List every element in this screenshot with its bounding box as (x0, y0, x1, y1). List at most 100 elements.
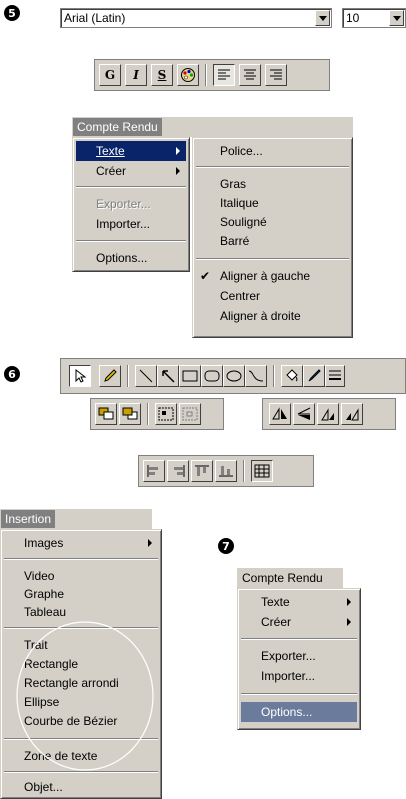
menu-item-objet[interactable]: Objet... (4, 777, 158, 797)
underline-button[interactable]: S (151, 64, 173, 86)
submenu-item-police[interactable]: Police... (196, 141, 349, 161)
menu-item-graphe[interactable]: Graphe (4, 584, 158, 604)
line-tool-button[interactable] (135, 365, 157, 387)
menu-item-label: Options... (261, 705, 313, 719)
menu-compte-rendu-title[interactable]: Compte Rendu (238, 569, 327, 587)
group-button[interactable] (155, 403, 177, 425)
rotate-left-button[interactable] (317, 403, 339, 425)
align-objects-bottom-button[interactable] (215, 460, 237, 482)
line-color-button[interactable] (303, 365, 325, 387)
menu-item-creer[interactable]: Créer (76, 161, 186, 181)
menu-compte-rendu-1-dropdown: Texte Créer Exporter... Importer... Opti… (72, 137, 190, 272)
align-center-button[interactable] (239, 64, 261, 86)
menu-insertion-title[interactable]: Insertion (1, 510, 56, 528)
select-tool-button[interactable] (69, 365, 91, 387)
menu-item-images[interactable]: Images (4, 533, 158, 553)
menu-item-texte[interactable]: Texte (76, 141, 186, 161)
pencil-tool-button[interactable] (99, 365, 121, 387)
submenu-item-centrer[interactable]: Centrer (196, 286, 349, 306)
color-palette-button[interactable] (177, 64, 199, 86)
ungroup-icon (182, 407, 198, 421)
toolbar-separator (205, 64, 207, 86)
rectangle-tool-button[interactable] (179, 365, 201, 387)
align-left-button[interactable] (213, 64, 235, 86)
menu-item-importer[interactable]: Importer... (76, 214, 186, 234)
font-size-dropdown-button[interactable] (389, 10, 404, 26)
submenu-arrow-icon (148, 539, 152, 547)
align-objects-toolbar (138, 455, 314, 487)
submenu-item-souligne[interactable]: Souligné (196, 212, 349, 232)
align-right-icon (270, 69, 282, 80)
flip-horizontal-button[interactable] (269, 403, 291, 425)
menu-separator (4, 558, 158, 560)
ungroup-button[interactable] (179, 403, 201, 425)
menu-separator (76, 240, 186, 242)
submenu-item-aligner-droite[interactable]: Aligner à droite (196, 306, 349, 326)
rotate-right-button[interactable] (341, 403, 363, 425)
menu-item-video[interactable]: Video (4, 566, 158, 586)
bold-label: G (104, 68, 116, 82)
align-objects-top-icon (195, 465, 209, 476)
submenu-item-gras[interactable]: Gras (196, 174, 349, 194)
menu-item-label: Aligner à droite (220, 309, 301, 323)
italic-label: I (133, 68, 139, 82)
menu-item-label: Tableau (24, 605, 67, 619)
menu-compte-rendu-title[interactable]: Compte Rendu (73, 118, 162, 136)
menu-item-label: Importer... (96, 217, 151, 231)
submenu-item-aligner-gauche[interactable]: ✔ Aligner à gauche (196, 266, 349, 286)
menu-item-label: Texte (261, 595, 290, 609)
menu-item-exporter: Exporter... (76, 194, 186, 214)
send-to-back-button[interactable] (119, 403, 141, 425)
align-objects-right-icon (174, 465, 185, 477)
step-6-marker: 6 (4, 366, 20, 382)
toolbar-separator (127, 365, 129, 387)
menu-item-creer[interactable]: Créer (241, 612, 357, 632)
bezier-tool-button[interactable] (245, 365, 267, 387)
paint-bucket-icon (286, 369, 298, 382)
line-style-button[interactable] (325, 365, 345, 387)
menu-item-tableau[interactable]: Tableau (4, 602, 158, 622)
menu-separator (76, 186, 186, 188)
grid-button[interactable] (251, 460, 273, 482)
menu-item-label: Graphe (24, 587, 65, 601)
font-name-combo[interactable]: Arial (Latin) (60, 8, 332, 28)
menu-item-importer[interactable]: Importer... (241, 666, 357, 686)
fill-color-button[interactable] (281, 365, 303, 387)
submenu-item-italique[interactable]: Italique (196, 193, 349, 213)
menu-item-label: Exporter... (261, 649, 316, 663)
menu-item-options[interactable]: Options... (76, 248, 186, 268)
italic-button[interactable]: I (125, 64, 147, 86)
menu-item-texte[interactable]: Texte (241, 592, 357, 612)
rounded-rectangle-tool-button[interactable] (201, 365, 223, 387)
rectangle-icon (182, 370, 198, 382)
arrow-tool-button[interactable] (157, 365, 179, 387)
arrow-icon (162, 370, 175, 383)
bold-button[interactable]: G (99, 64, 121, 86)
align-center-icon (244, 69, 256, 80)
align-objects-bottom-icon (219, 466, 233, 477)
ellipse-tool-button[interactable] (223, 365, 245, 387)
align-objects-left-button[interactable] (143, 460, 165, 482)
group-icon (158, 407, 174, 421)
menubar-compte-rendu-2: Compte Rendu (237, 568, 343, 588)
menu-item-exporter[interactable]: Exporter... (241, 646, 357, 666)
menubar-compte-rendu-1: Compte Rendu (72, 117, 353, 137)
align-right-button[interactable] (265, 64, 287, 86)
menu-item-options[interactable]: Options... (241, 702, 357, 722)
menu-item-label: Souligné (220, 215, 267, 229)
align-objects-right-button[interactable] (167, 460, 189, 482)
flip-horizontal-icon (272, 407, 287, 420)
ellipse-icon (226, 370, 242, 382)
align-objects-top-button[interactable] (191, 460, 213, 482)
font-name-dropdown-button[interactable] (315, 10, 330, 26)
toolbar-separator (273, 365, 275, 387)
align-left-icon (218, 69, 230, 80)
menu-item-label: Gras (220, 177, 247, 191)
bring-to-front-button[interactable] (95, 403, 117, 425)
step-5-marker: 5 (4, 5, 20, 21)
bezier-curve-icon (248, 370, 264, 382)
submenu-item-barre[interactable]: Barré (196, 231, 349, 251)
font-size-combo[interactable]: 10 (342, 8, 406, 28)
flip-vertical-button[interactable] (293, 403, 315, 425)
toolbar-separator (147, 403, 149, 425)
